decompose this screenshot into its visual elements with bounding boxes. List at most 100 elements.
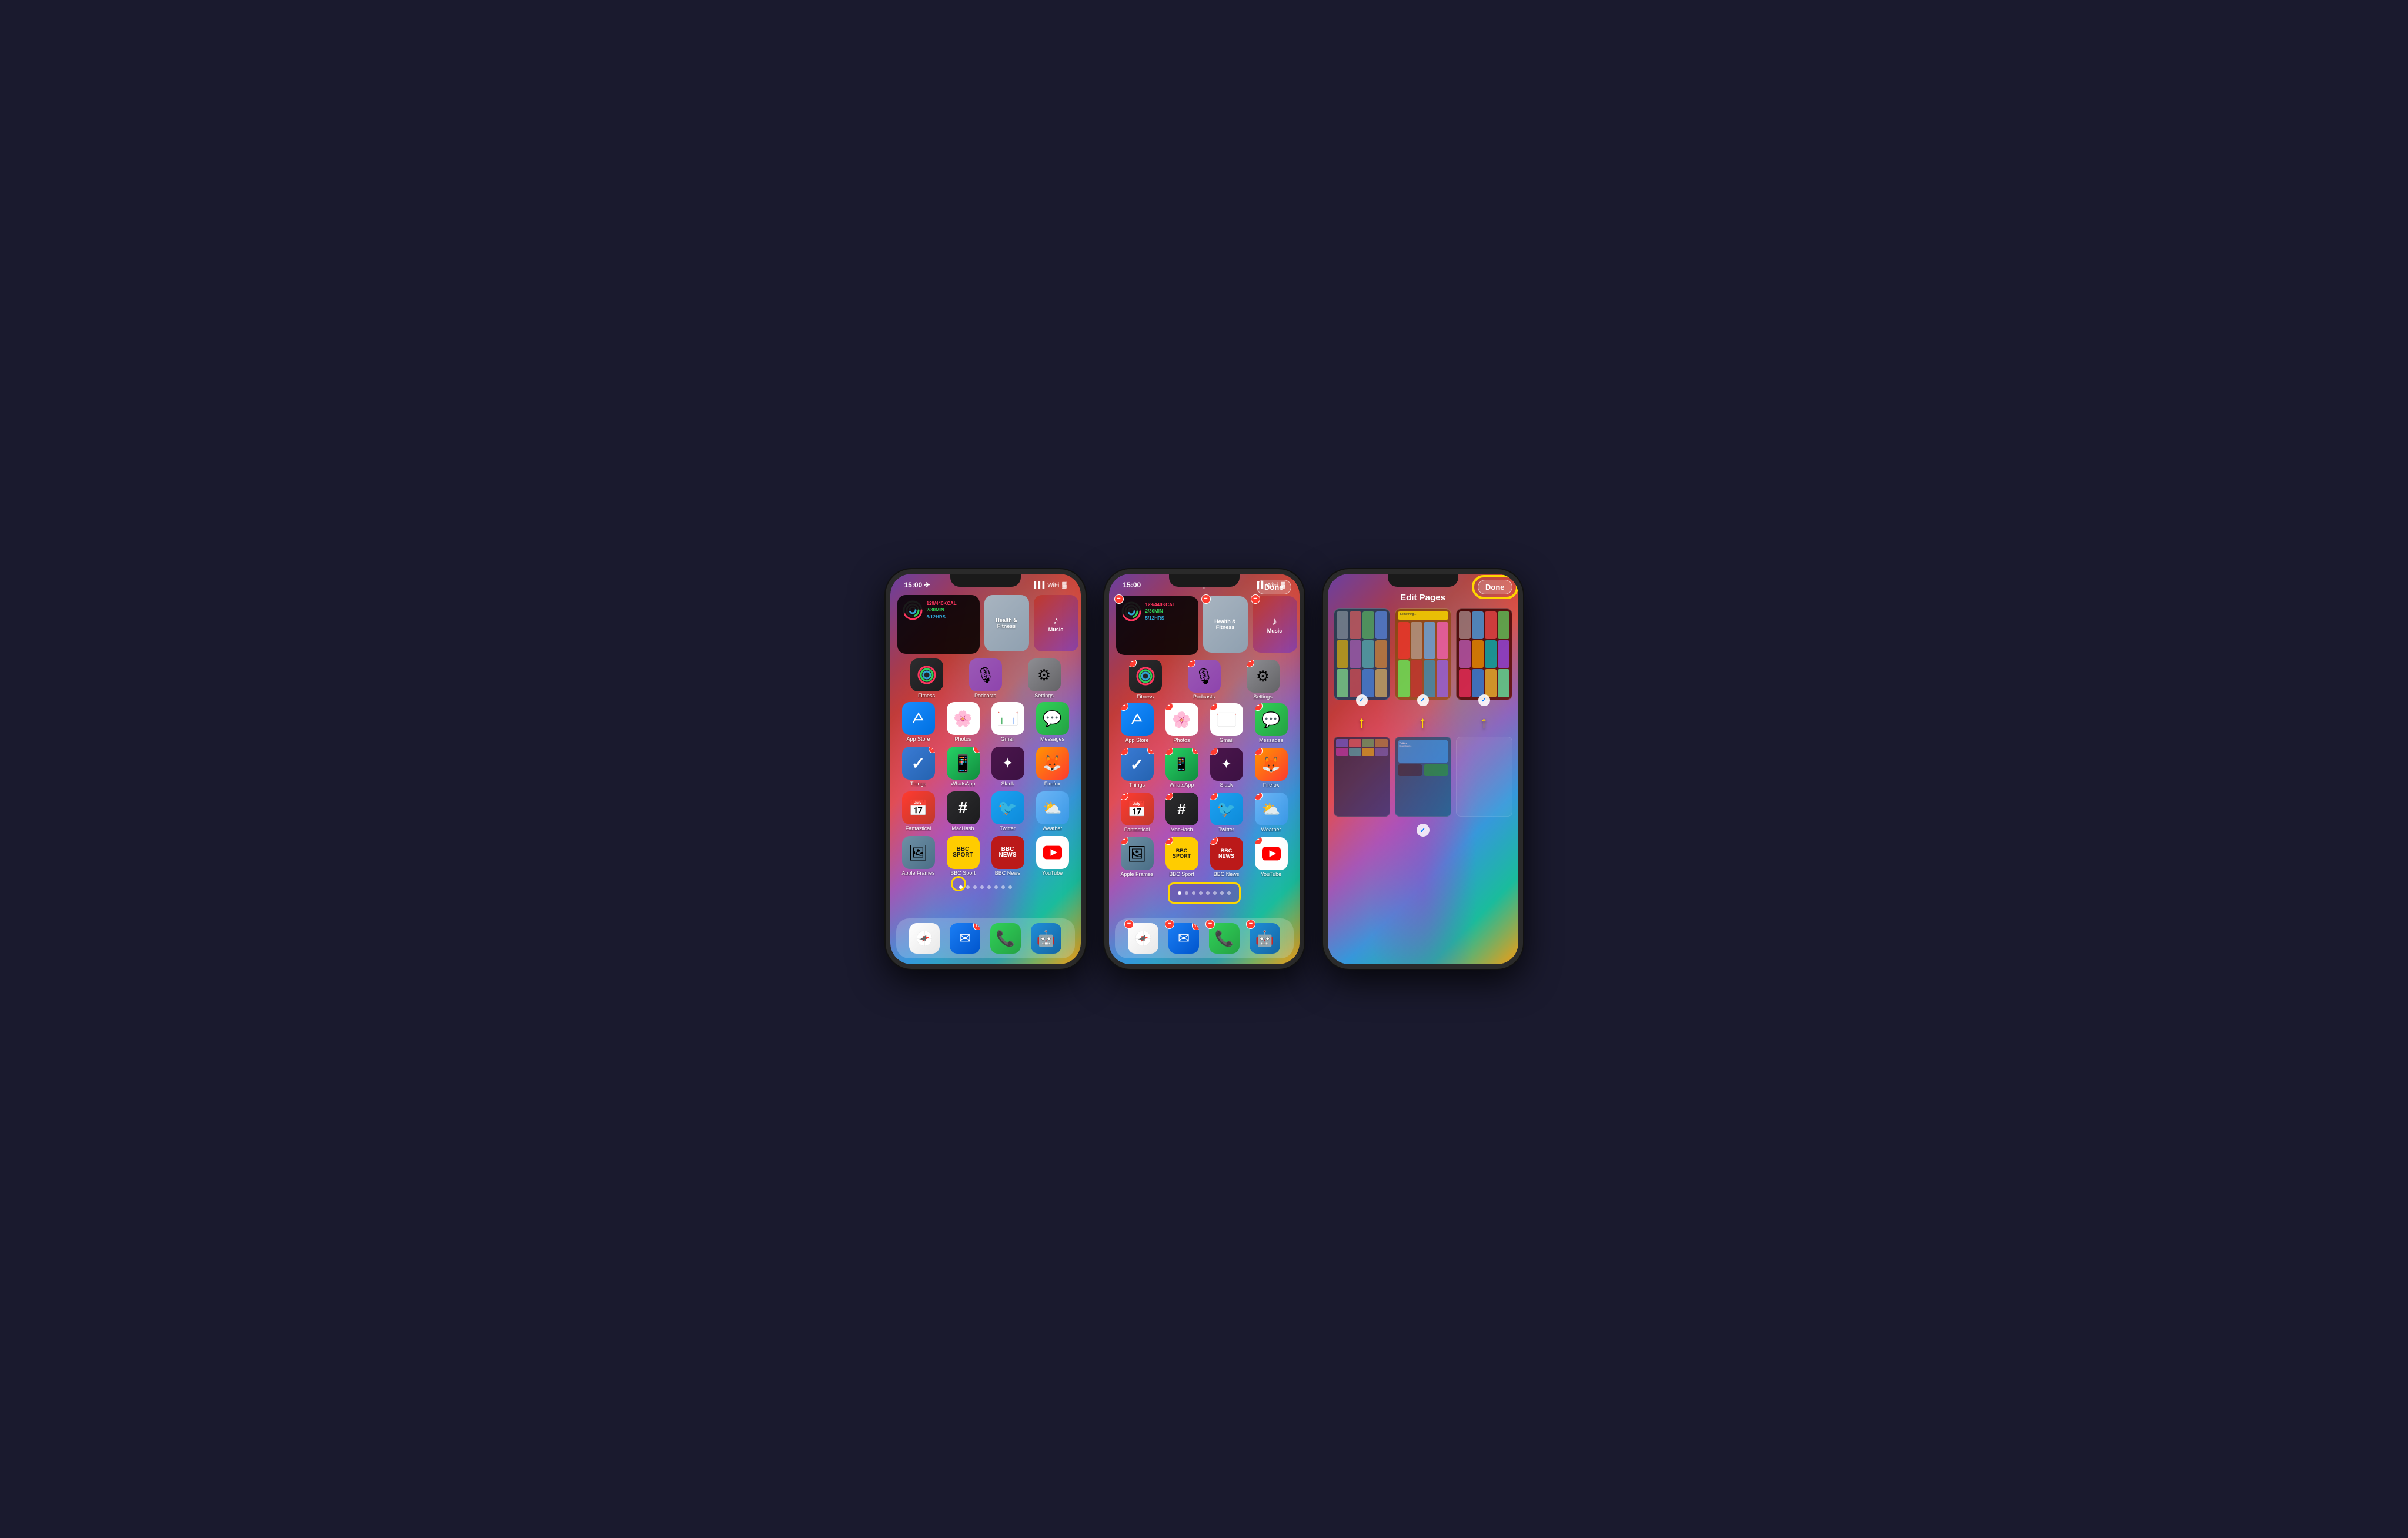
app-bbcsport-1[interactable]: BBCSPORT BBC Sport (942, 836, 984, 876)
minus-firefox-2[interactable] (1255, 748, 1263, 755)
minus-tweetbot-2[interactable] (1246, 920, 1255, 929)
page-check-3-3[interactable]: ✓ (1478, 694, 1490, 706)
app-row-1-1: App Store 🌸 Photos (890, 700, 1081, 744)
app-twitter-1[interactable]: 🐦 Twitter (987, 791, 1029, 831)
app-icon-things-1: ✓ 3 (902, 747, 935, 780)
minus-fantastical-2[interactable] (1121, 793, 1128, 800)
app-settings-1[interactable]: ⚙ Settings (1028, 658, 1061, 698)
mini-i-3 (1349, 739, 1361, 747)
minus-phone-2[interactable] (1205, 920, 1215, 929)
music-widget-2[interactable]: ♪ Music (1253, 596, 1297, 653)
done-button-2[interactable]: Done (1257, 580, 1291, 594)
done-button-3[interactable]: Done (1478, 580, 1512, 594)
mini-grid-4-3 (1336, 739, 1388, 756)
app-fantastical-2[interactable]: 📅 Fantastical (1116, 793, 1158, 832)
app-youtube-2[interactable]: YouTube (1250, 837, 1292, 877)
page-thumb-3-3[interactable]: ✓ (1456, 608, 1512, 700)
app-firefox-2[interactable]: 🦊 Firefox (1250, 748, 1292, 788)
minus-settings-2[interactable] (1247, 660, 1254, 667)
app-machash-1[interactable]: # MacHash (942, 791, 984, 831)
app-weather-1[interactable]: ⛅ Weather (1031, 791, 1074, 831)
minus-messages-2[interactable] (1255, 703, 1263, 711)
app-fantastical-1[interactable]: 📅 Fantastical (897, 791, 940, 831)
minus-whatsapp-2[interactable] (1165, 748, 1173, 755)
dock-safari-2[interactable] (1128, 923, 1158, 954)
app-bbcnews-1[interactable]: BBCNEWS BBC News (987, 836, 1029, 876)
minus-weather-2[interactable] (1255, 793, 1263, 800)
hf-widget-container-2: Health & Fitness (1203, 596, 1248, 655)
minus-podcasts-2[interactable] (1188, 660, 1195, 667)
app-gmail-2[interactable]: Gmail (1205, 703, 1248, 743)
page-thumb-1-3[interactable]: ✓ (1334, 608, 1390, 700)
minus-photos-2[interactable] (1165, 703, 1173, 711)
app-slack-1[interactable]: ✦ Slack (987, 747, 1029, 787)
page-thumb-6-3[interactable] (1456, 737, 1512, 817)
app-messages-2[interactable]: 💬 Messages (1250, 703, 1292, 743)
page-check-2-3[interactable]: ✓ (1417, 694, 1429, 706)
app-icon-appleframes-2: 🖼 (1121, 837, 1154, 870)
dock-mail-2[interactable]: ✉ 16 (1168, 923, 1199, 954)
app-bbcsport-2[interactable]: BBCSPORT BBC Sport (1161, 837, 1203, 877)
minus-youtube-2[interactable] (1255, 837, 1263, 845)
page-check-1-3[interactable]: ✓ (1356, 694, 1368, 706)
app-machash-2[interactable]: # MacHash (1161, 793, 1203, 832)
app-slack-2[interactable]: ✦ Slack (1205, 748, 1248, 788)
app-photos-1[interactable]: 🌸 Photos (942, 702, 984, 742)
app-fitness-1[interactable]: Fitness (910, 658, 943, 698)
minus-mail-2[interactable] (1165, 920, 1174, 929)
dock-safari-1[interactable] (909, 923, 940, 954)
bottom-check-3[interactable]: ✓ (1417, 824, 1430, 837)
minus-safari-2[interactable] (1124, 920, 1134, 929)
app-things-2[interactable]: ✓ 3 Things (1116, 748, 1158, 788)
minus-fitness-2[interactable] (1114, 594, 1124, 604)
page-thumb-5-3[interactable]: Twitter Recent tweets... (1395, 737, 1451, 817)
dock-mail-1[interactable]: ✉ 16 (950, 923, 980, 954)
app-whatsapp-2[interactable]: 📱 1 WhatsApp (1161, 748, 1203, 788)
app-appstore-2[interactable]: App Store (1116, 703, 1158, 743)
page-thumb-4-3[interactable] (1334, 737, 1390, 817)
hf-widget-2[interactable]: Health & Fitness (1203, 596, 1248, 653)
minus-machash-2[interactable] (1165, 793, 1173, 800)
dock-phone-2[interactable]: 📞 (1209, 923, 1240, 954)
app-fitness-2[interactable]: Fitness (1129, 660, 1162, 700)
health-fitness-widget-1[interactable]: Health & Fitness (984, 595, 1029, 651)
minus-appleframes-2[interactable] (1121, 837, 1128, 845)
app-youtube-1[interactable]: YouTube (1031, 836, 1074, 876)
mini-icon-3 (1362, 611, 1374, 639)
app-things-1[interactable]: ✓ 3 Things (897, 747, 940, 787)
app-photos-2[interactable]: 🌸 Photos (1161, 703, 1203, 743)
app-gmail-1[interactable]: Gmail (987, 702, 1029, 742)
app-twitter-2[interactable]: 🐦 Twitter (1205, 793, 1248, 832)
app-podcasts-1[interactable]: 🎙 Podcasts (969, 658, 1002, 698)
dot-8 (1008, 885, 1012, 889)
minus-appstore-2[interactable] (1121, 703, 1128, 711)
minus-bbcnews-2[interactable] (1210, 837, 1218, 845)
app-podcasts-2[interactable]: 🎙 Podcasts (1188, 660, 1221, 700)
app-appstore-1[interactable]: App Store (897, 702, 940, 742)
app-row-2-2: ✓ 3 Things 📱 1 WhatsApp ✦ (1109, 745, 1300, 790)
fitness-widget-1[interactable]: 129/440KCAL 2/30MIN 5/12HRS (897, 595, 980, 654)
minus-bbcsport-2[interactable] (1165, 837, 1173, 845)
minus-hf-2[interactable] (1201, 594, 1211, 604)
app-icon-settings-2: ⚙ (1247, 660, 1280, 693)
app-messages-1[interactable]: 💬 Messages (1031, 702, 1074, 742)
music-widget-1[interactable]: ♪ Music (1034, 595, 1078, 651)
app-weather-2[interactable]: ⛅ Weather (1250, 793, 1292, 832)
mini-w-3 (1424, 764, 1448, 776)
app-whatsapp-1[interactable]: 📱 1 WhatsApp (942, 747, 984, 787)
app-bbcnews-2[interactable]: BBCNEWS BBC News (1205, 837, 1248, 877)
app-firefox-1[interactable]: 🦊 Firefox (1031, 747, 1074, 787)
app-appleframes-2[interactable]: 🖼 Apple Frames (1116, 837, 1158, 877)
minus-gmail-2[interactable] (1210, 703, 1218, 711)
minus-things-2[interactable] (1121, 748, 1128, 755)
minus-twitter-2[interactable] (1210, 793, 1218, 800)
page-thumb-2-3[interactable]: Something... (1395, 608, 1451, 700)
minus-music-2[interactable] (1251, 594, 1260, 604)
dock-tweetbot-2[interactable]: 🤖 (1250, 923, 1280, 954)
app-appleframes-1[interactable]: 🖼 Apple Frames (897, 836, 940, 876)
minus-slack-2[interactable] (1210, 748, 1218, 755)
app-settings-2[interactable]: ⚙ Settings (1247, 660, 1280, 700)
dock-phone-1[interactable]: 📞 (990, 923, 1021, 954)
dock-tweetbot-1[interactable]: 🤖 (1031, 923, 1061, 954)
fitness-widget-2[interactable]: 129/440KCAL 2/30MIN 5/12HRS (1116, 596, 1198, 655)
